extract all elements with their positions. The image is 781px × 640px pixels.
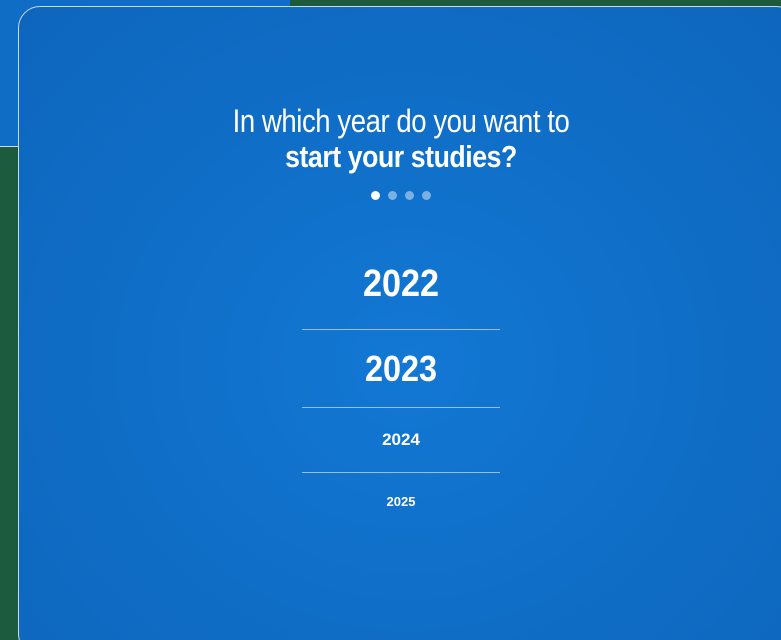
year-selection-modal: In which year do you want to start your … — [18, 6, 781, 640]
year-option-2025[interactable]: 2025 — [302, 494, 500, 509]
question-line-2: start your studies? — [285, 139, 517, 174]
year-option-2024[interactable]: 2024 — [302, 430, 500, 450]
step-dot-3 — [405, 191, 414, 200]
year-option-2023[interactable]: 2023 — [312, 348, 490, 390]
step-indicator — [19, 191, 781, 200]
divider — [302, 329, 500, 330]
step-dot-2 — [388, 191, 397, 200]
step-dot-4 — [422, 191, 431, 200]
question-line-1: In which year do you want to — [232, 103, 570, 139]
divider — [302, 407, 500, 408]
year-option-2022[interactable]: 2022 — [312, 263, 490, 306]
step-dot-1 — [371, 191, 380, 200]
divider — [302, 472, 500, 473]
